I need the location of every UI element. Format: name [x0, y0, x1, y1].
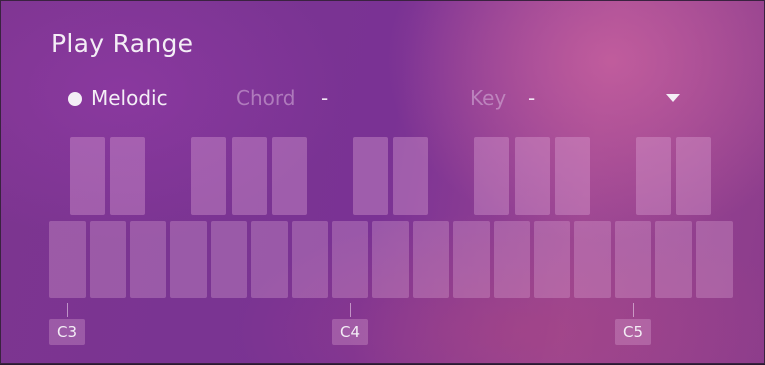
octave-marker-line [350, 303, 351, 317]
black-key[interactable] [272, 137, 307, 215]
octave-marker-line [67, 303, 68, 317]
octave-label-c3: C3 [49, 319, 85, 345]
black-key[interactable] [474, 137, 509, 215]
black-key[interactable] [555, 137, 590, 215]
white-key[interactable] [696, 221, 733, 298]
white-key[interactable] [574, 221, 611, 298]
black-key[interactable] [636, 137, 671, 215]
black-key[interactable] [515, 137, 550, 215]
white-key[interactable] [494, 221, 530, 298]
black-key[interactable] [191, 137, 226, 215]
black-key[interactable] [676, 137, 711, 215]
octave-marker-line [633, 303, 634, 317]
white-key[interactable] [332, 221, 368, 298]
black-key[interactable] [393, 137, 428, 215]
octave-label-c4: C4 [332, 319, 368, 345]
white-key[interactable] [292, 221, 328, 298]
white-key[interactable] [211, 221, 247, 298]
black-key[interactable] [110, 137, 145, 215]
white-key[interactable] [534, 221, 570, 298]
white-key[interactable] [130, 221, 166, 298]
white-key[interactable] [453, 221, 490, 298]
black-key[interactable] [70, 137, 105, 215]
white-key[interactable] [49, 221, 86, 298]
play-range-panel: Play Range Melodic Chord - Key - C3 C4 C… [0, 0, 765, 364]
white-key[interactable] [655, 221, 692, 298]
white-key[interactable] [615, 221, 651, 298]
white-key[interactable] [170, 221, 207, 298]
black-key[interactable] [353, 137, 388, 215]
white-key[interactable] [372, 221, 409, 298]
octave-label-c5: C5 [615, 319, 651, 345]
white-key[interactable] [251, 221, 288, 298]
white-key[interactable] [90, 221, 126, 298]
black-key[interactable] [232, 137, 267, 215]
piano-keyboard: C3 C4 C5 [1, 1, 765, 365]
white-key[interactable] [413, 221, 449, 298]
